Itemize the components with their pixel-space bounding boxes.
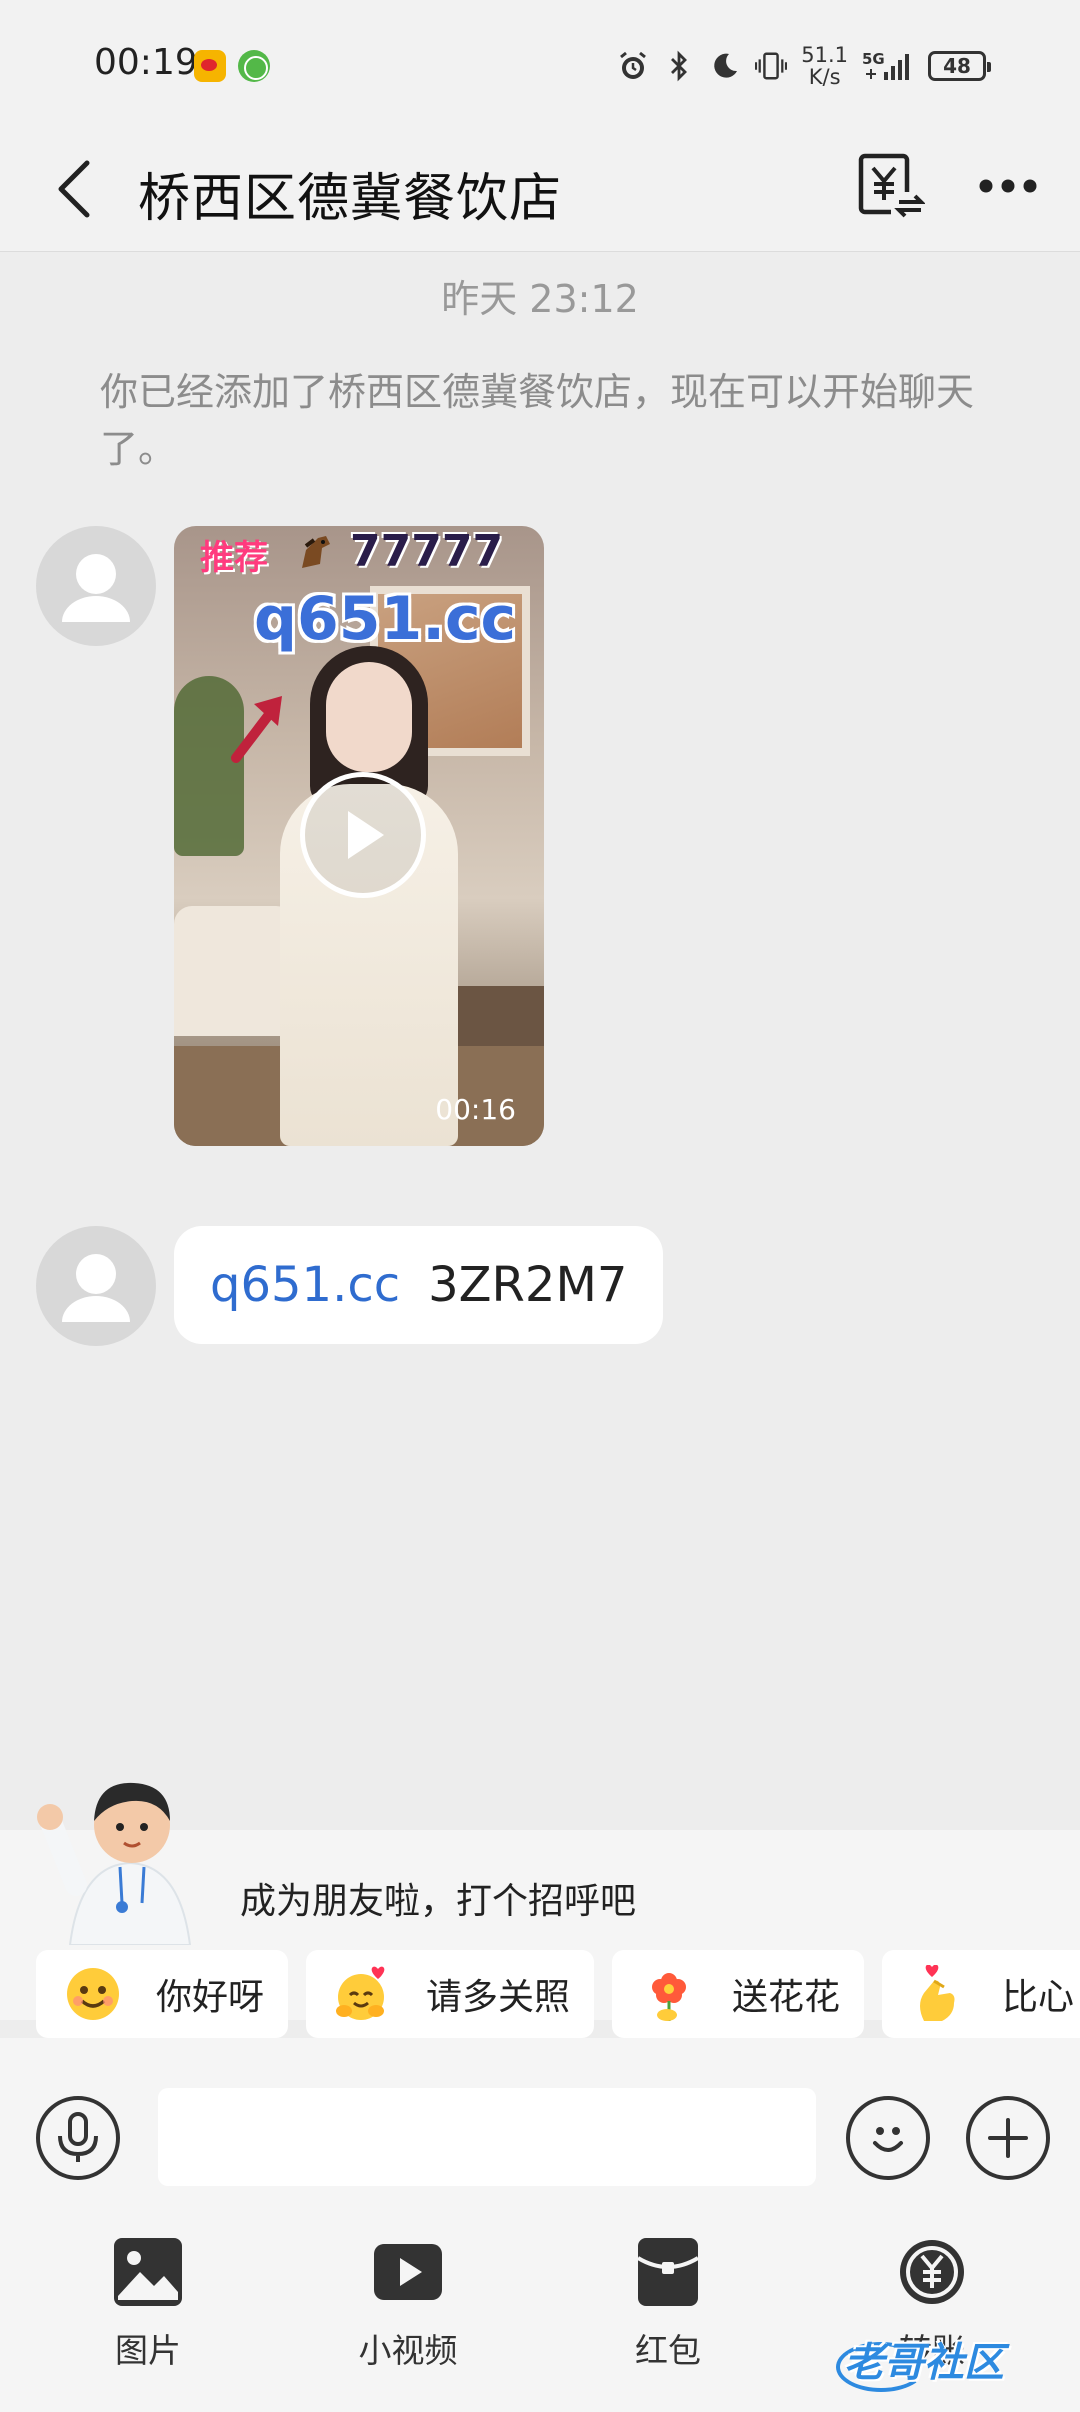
microphone-icon [58,2112,98,2162]
text-message-bubble[interactable]: q651.cc 3ZR2M7 [174,1226,664,1344]
signal-label: 5G [862,50,885,68]
contact-avatar[interactable] [36,526,156,646]
toolbar-video-button[interactable]: 小视频 [308,2230,508,2372]
toolbar-label: 红包 [635,2331,701,2370]
watermark-text: 老哥社区 [844,2340,1004,2386]
greeting-prompt: 成为朋友啦，打个招呼吧 [240,1881,637,1922]
weibo-icon [194,50,226,82]
default-avatar-icon [62,1254,130,1322]
voice-button[interactable] [36,2096,120,2180]
status-bar: 00:19 51.1 K/s 5G 48 [0,0,1080,130]
greeting-chip-label: 请多关照 [426,1977,571,2018]
image-icon [114,2238,182,2306]
horse-emoji-icon [294,532,338,572]
chat-header: 桥西区德冀餐饮店 [0,130,1080,252]
signal-icon: 5G [862,50,914,82]
video-thumbnail-person-face [326,662,412,772]
video-message[interactable]: 推荐 77777 q651.cc 00:16 [174,526,544,1146]
greeting-chip-row: 你好呀 请多关照 送花花 比心 [0,1950,1080,2038]
finger-heart-emoji-icon [920,1965,955,2021]
bluetooth-icon [663,50,695,82]
hugging-face-emoji-icon [336,1966,385,2020]
more-button[interactable] [968,156,1048,216]
alarm-icon [617,50,649,82]
toolbar-label: 小视频 [358,2331,458,2370]
message-code: 3ZR2M7 [428,1257,628,1313]
network-speed-unit: K/s [808,65,841,89]
smiling-face-emoji-icon [67,1968,119,2020]
battery-icon: 48 [928,51,991,81]
status-icons: 51.1 K/s 5G 48 [617,44,991,88]
video-overlay-number: 77777 [350,526,504,577]
red-packet-icon [636,2238,700,2306]
transfer-icon [900,2240,964,2304]
transfer-button[interactable] [850,146,930,226]
default-avatar-icon [62,554,130,622]
toolbar-image-button[interactable]: 图片 [48,2230,248,2372]
greeting-chip-label: 比心 [1002,1977,1075,2018]
message-timestamp: 昨天 23:12 [441,277,639,321]
greeting-chip[interactable]: 你好呀 [36,1950,288,2038]
plus-button[interactable] [966,2096,1050,2180]
toolbar-red-packet-button[interactable]: 红包 [568,2230,768,2372]
red-arrow-icon [231,696,282,763]
contact-avatar[interactable] [36,1226,156,1346]
video-overlay-url: q651.cc [254,584,517,654]
more-dots-icon [979,179,1037,193]
back-button[interactable] [40,154,110,224]
video-overlay-tag: 推荐 [200,538,268,578]
vibrate-icon [755,50,788,82]
greeting-chip[interactable]: 比心 [882,1950,1080,2038]
message-link[interactable]: q651.cc [210,1257,400,1313]
back-arrow-icon [58,160,90,218]
smiley-icon [873,2127,903,2152]
chat-title: 桥西区德冀餐饮店 [138,169,563,229]
video-thumbnail-sofa [174,906,294,1036]
play-button[interactable] [300,772,426,898]
network-speed-value: 51.1 [801,43,848,67]
network-speed: 51.1 K/s [801,44,848,88]
do-not-disturb-moon-icon [709,50,741,82]
yuan-transfer-icon [858,153,925,218]
battery-level: 48 [943,54,971,78]
greeting-chip-label: 你好呀 [156,1977,265,2018]
video-duration: 00:16 [435,1093,516,1126]
status-time: 00:19 [94,42,198,83]
toolbar-label: 图片 [115,2331,181,2370]
plus-icon [988,2118,1028,2158]
greeting-chip[interactable]: 请多关照 [306,1950,594,2038]
flower-emoji-icon [652,1973,686,2021]
system-message: 你已经添加了桥西区德冀餐饮店，现在可以开始聊天了。 [100,370,975,471]
waving-mascot-icon [37,1782,192,1945]
play-icon [348,811,384,859]
greeting-chip-label: 送花花 [732,1977,841,2018]
greeting-chip[interactable]: 送花花 [612,1950,864,2038]
video-icon [374,2244,442,2300]
message-input[interactable] [158,2088,816,2186]
emoji-button[interactable] [846,2096,930,2180]
pdf-app-icon [238,50,270,82]
